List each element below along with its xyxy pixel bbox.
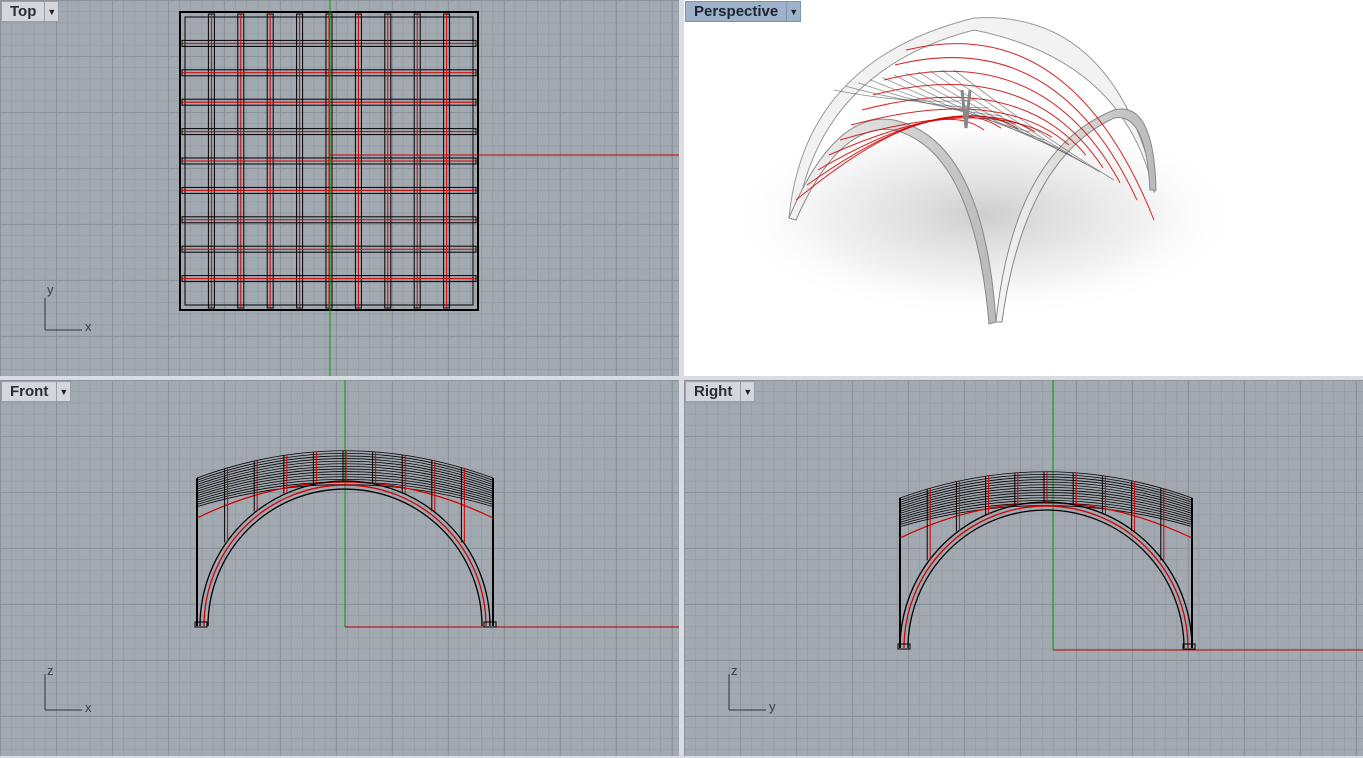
viewport-perspective[interactable]: Perspective ▼ — [684, 0, 1363, 376]
viewport-tab-front[interactable]: Front ▼ — [1, 381, 72, 402]
axis-label-x: x — [85, 700, 92, 715]
viewport-tab-top[interactable]: Top ▼ — [1, 1, 60, 22]
viewport-title: Top — [1, 1, 45, 22]
viewport-top[interactable]: Top ▼ y x — [0, 0, 679, 376]
viewport-title: Right — [685, 381, 741, 402]
front-view-geometry: z x — [44, 380, 679, 715]
axis-label-y: y — [769, 699, 776, 714]
axis-label-y: y — [47, 282, 54, 297]
dropdown-arrow-icon[interactable]: ▼ — [786, 1, 802, 22]
top-view-geometry: y x — [44, 0, 679, 376]
axis-label-z: z — [47, 663, 54, 678]
viewport-tab-right[interactable]: Right ▼ — [685, 381, 756, 402]
viewport-right[interactable]: Right ▼ z y — [684, 380, 1363, 756]
viewport-title: Perspective — [685, 1, 787, 22]
dropdown-arrow-icon[interactable]: ▼ — [740, 381, 756, 402]
perspective-render — [724, 17, 1244, 325]
right-view-geometry: z y — [728, 380, 1363, 714]
viewport-front[interactable]: Front ▼ z x — [0, 380, 679, 756]
axis-label-x: x — [85, 319, 92, 334]
dropdown-arrow-icon[interactable]: ▼ — [44, 1, 60, 22]
viewport-tab-perspective[interactable]: Perspective ▼ — [685, 1, 802, 22]
dropdown-arrow-icon[interactable]: ▼ — [56, 381, 72, 402]
viewport-title: Front — [1, 381, 57, 402]
axis-label-z: z — [731, 663, 738, 678]
